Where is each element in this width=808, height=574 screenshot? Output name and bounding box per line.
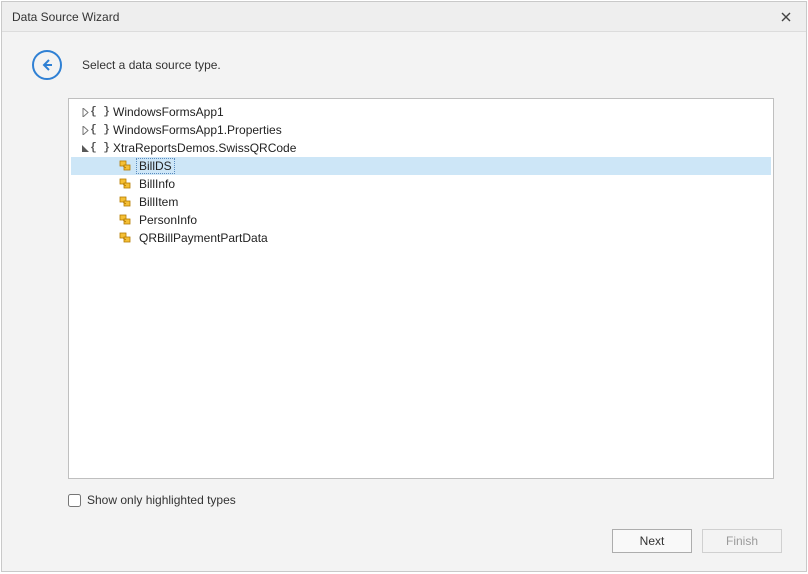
class-icon xyxy=(119,213,133,227)
tree-node-label: BillInfo xyxy=(137,177,177,191)
namespace-icon: { } xyxy=(93,123,107,137)
tree-node-label: QRBillPaymentPartData xyxy=(137,231,270,245)
window-title: Data Source Wizard xyxy=(12,10,776,24)
tree-node-label: BillItem xyxy=(137,195,180,209)
tree-namespace-node[interactable]: { } XtraReportsDemos.SwissQRCode xyxy=(71,139,771,157)
close-icon xyxy=(781,12,791,22)
namespace-icon: { } xyxy=(93,105,107,119)
tree-node-label: WindowsFormsApp1.Properties xyxy=(111,123,284,137)
tree-node-label: WindowsFormsApp1 xyxy=(111,105,226,119)
class-icon xyxy=(119,159,133,173)
namespace-icon: { } xyxy=(93,141,107,155)
back-arrow-icon xyxy=(39,57,55,73)
tree-node-label: PersonInfo xyxy=(137,213,199,227)
next-button-label: Next xyxy=(640,534,665,548)
tree-node-label: XtraReportsDemos.SwissQRCode xyxy=(111,141,298,155)
tree-namespace-node[interactable]: { } WindowsFormsApp1 xyxy=(71,103,771,121)
class-icon xyxy=(119,195,133,209)
instruction-text: Select a data source type. xyxy=(82,58,221,72)
header-row: Select a data source type. xyxy=(2,32,806,98)
next-button[interactable]: Next xyxy=(612,529,692,553)
button-row: Next Finish xyxy=(2,515,806,571)
show-highlighted-checkbox-input[interactable] xyxy=(68,494,81,507)
titlebar: Data Source Wizard xyxy=(2,2,806,32)
tree-view[interactable]: { } WindowsFormsApp1 { } WindowsFormsApp1.P… xyxy=(68,98,774,479)
show-highlighted-label: Show only highlighted types xyxy=(87,493,236,507)
back-button[interactable] xyxy=(32,50,62,80)
class-icon xyxy=(119,231,133,245)
tree-namespace-node[interactable]: { } WindowsFormsApp1.Properties xyxy=(71,121,771,139)
finish-button: Finish xyxy=(702,529,782,553)
close-button[interactable] xyxy=(776,7,796,27)
tree-class-node[interactable]: PersonInfo xyxy=(71,211,771,229)
tree-node-label: BillDS xyxy=(137,159,174,173)
tree-class-node[interactable]: BillItem xyxy=(71,193,771,211)
tree-class-node[interactable]: BillDS xyxy=(71,157,771,175)
tree-class-node[interactable]: QRBillPaymentPartData xyxy=(71,229,771,247)
class-icon xyxy=(119,177,133,191)
wizard-window: Data Source Wizard Select a data source … xyxy=(1,1,807,572)
finish-button-label: Finish xyxy=(726,534,758,548)
tree-class-node[interactable]: BillInfo xyxy=(71,175,771,193)
show-highlighted-checkbox[interactable]: Show only highlighted types xyxy=(68,489,774,511)
